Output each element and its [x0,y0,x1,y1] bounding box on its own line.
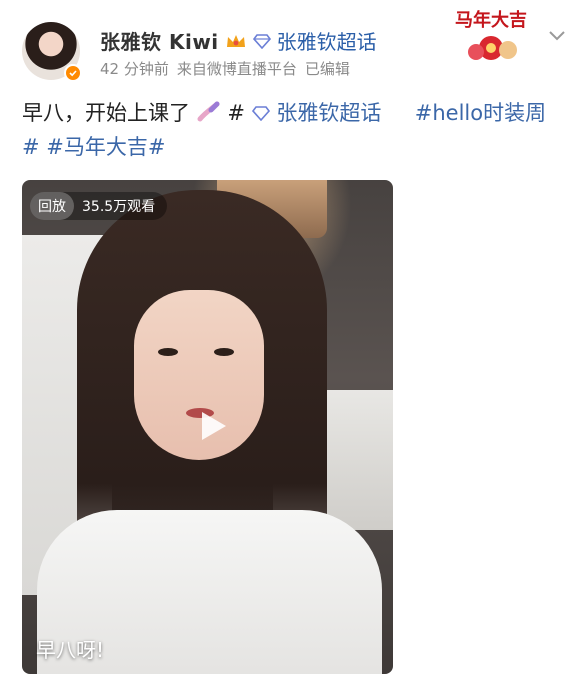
supertopic-tag[interactable]: 张雅钦超话 [276,101,381,125]
post-header: 张雅钦 Kiwi 张雅钦超话 42 分钟前 来自微博直播平台 已编辑 马年大吉 [0,0,585,92]
verified-badge-icon [64,64,82,82]
hashtag-marker[interactable]: # [22,135,40,159]
post-body-text: 早八，开始上课了 [22,101,190,125]
replay-label: 回放 [30,192,74,220]
crown-icon [226,34,245,47]
post-time: 42 分钟前 [100,60,169,78]
hashtag-horse[interactable]: #马年大吉# [46,135,165,159]
hashtag-marker[interactable]: # [227,101,245,125]
diamond-icon [252,33,271,49]
replay-views-pill: 回放 35.5万观看 [30,192,168,220]
subject-right-eye [214,348,234,356]
supertopic-link[interactable]: 张雅钦超话 [277,26,377,55]
nail-emoji-icon [197,101,220,122]
edited-label: 已编辑 [304,60,350,78]
new-year-badge-image: 马年大吉 [455,9,527,60]
view-count: 35.5万观看 [82,199,156,215]
post-meta: 42 分钟前 来自微博直播平台 已编辑 [100,58,350,79]
post-source[interactable]: 来自微博直播平台 [177,58,297,79]
subject-left-eye [158,348,178,356]
play-icon[interactable] [192,406,232,446]
video-caption: 早八呀! [36,638,105,662]
post-text: 早八，开始上课了 # 张雅钦超话 #hello时装周 # #马年大吉# [22,96,567,164]
video-player[interactable]: 回放 35.5万观看 早八呀! [22,180,393,674]
chevron-down-icon[interactable] [548,30,566,42]
badge-text: 马年大吉 [455,9,527,31]
username[interactable]: 张雅钦 Kiwi [100,26,219,55]
hashtag-hello[interactable]: #hello时装周 [415,101,546,125]
diamond-icon [251,106,270,122]
name-row: 张雅钦 Kiwi 张雅钦超话 [100,26,377,55]
